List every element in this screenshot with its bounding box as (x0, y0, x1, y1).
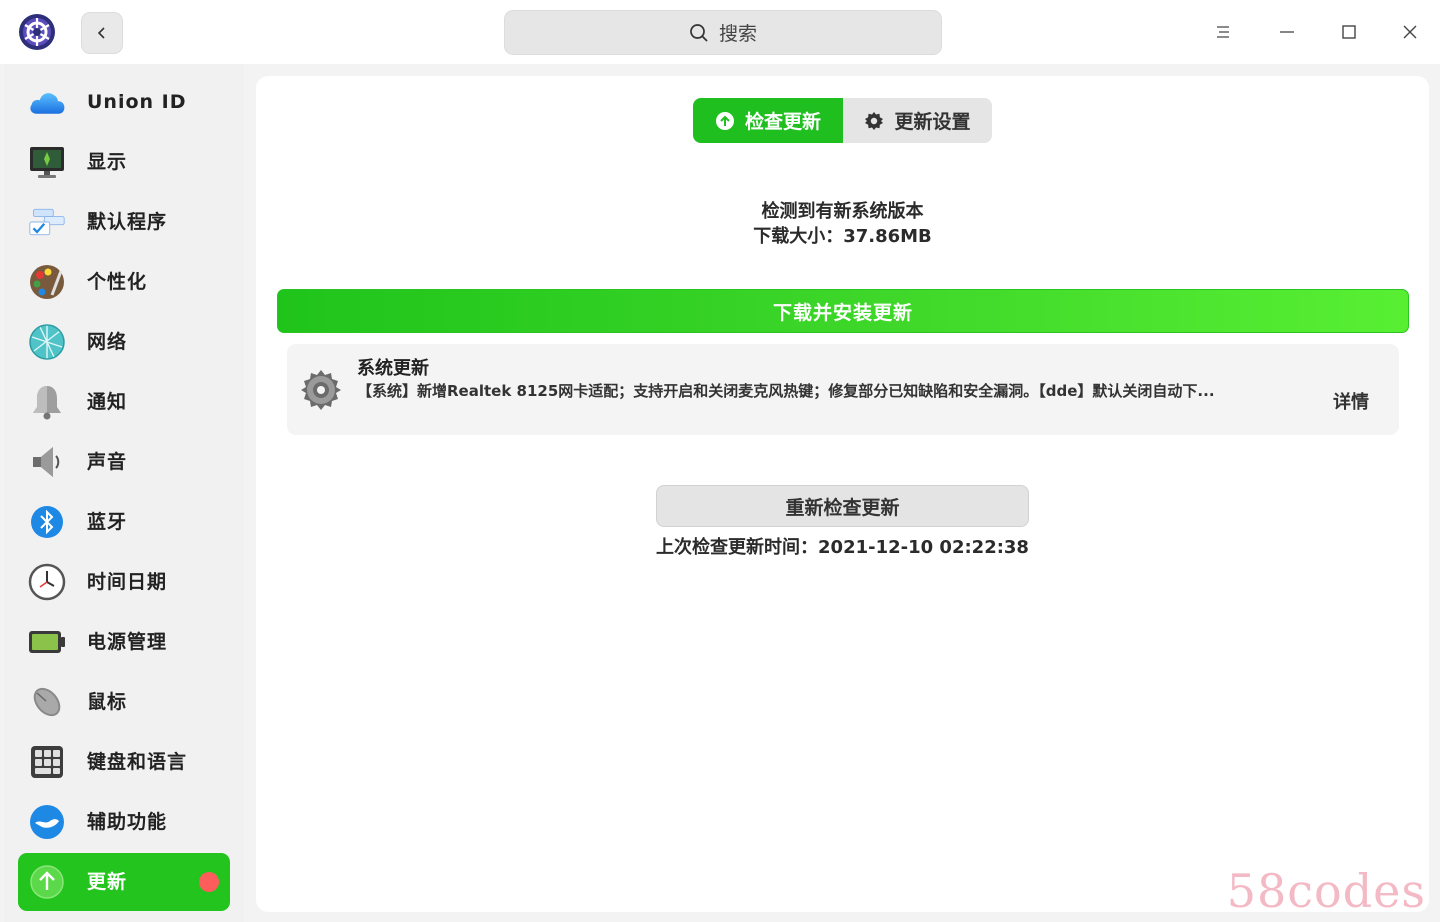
sidebar-item-power[interactable]: 电源管理 (18, 613, 230, 671)
sidebar-item-sound[interactable]: 声音 (18, 433, 230, 491)
sidebar-item-label: Union ID (87, 91, 187, 113)
status-new-version: 检测到有新系统版本 (761, 201, 924, 222)
accessibility-icon (28, 803, 66, 841)
watermark: 58codes (1226, 864, 1426, 918)
menu-button[interactable] (1207, 16, 1239, 48)
mouse-icon (28, 683, 66, 721)
sidebar-item-personalization[interactable]: 个性化 (18, 253, 230, 311)
sidebar-item-bluetooth[interactable]: 蓝牙 (18, 493, 230, 551)
clock-icon (28, 563, 66, 601)
sidebar-item-notifications[interactable]: 通知 (18, 373, 230, 431)
battery-icon (28, 623, 66, 661)
monitor-icon (28, 143, 66, 181)
sidebar-item-accessibility[interactable]: 辅助功能 (18, 793, 230, 851)
minimize-icon (1280, 31, 1294, 33)
sidebar-item-label: 鼠标 (87, 691, 128, 713)
default-apps-icon (28, 203, 66, 241)
tab-check-update[interactable]: 检查更新 (693, 98, 843, 143)
back-button[interactable] (81, 12, 123, 54)
update-item-card: 系统更新 【系统】新增Realtek 8125网卡适配；支持开启和关闭麦克风热键… (287, 344, 1399, 435)
sidebar-item-label: 蓝牙 (87, 511, 128, 533)
update-tabs: 检查更新 更新设置 (693, 98, 992, 143)
gear-icon (865, 111, 884, 130)
system-settings-icon (301, 370, 341, 410)
sidebar-item-label: 默认程序 (87, 211, 168, 233)
download-install-button[interactable]: 下载并安装更新 (277, 289, 1409, 333)
update-arrow-icon (28, 863, 66, 901)
sidebar-item-label: 键盘和语言 (87, 751, 188, 773)
maximize-icon (1342, 25, 1356, 39)
back-arrow-icon (97, 27, 105, 39)
sidebar-item-label: 网络 (87, 331, 128, 353)
recheck-update-button[interactable]: 重新检查更新 (656, 485, 1029, 527)
last-check-time: 上次检查更新时间：2021-12-10 02:22:38 (656, 537, 1029, 558)
sidebar-item-label: 声音 (87, 451, 128, 473)
status-download-size: 下载大小：37.86MB (753, 226, 932, 247)
sidebar-item-label: 个性化 (87, 271, 148, 293)
search-input[interactable]: 搜索 (504, 10, 942, 55)
sidebar-item-display[interactable]: 显示 (18, 133, 230, 191)
sidebar-item-label: 更新 (87, 871, 128, 893)
network-globe-icon (28, 323, 66, 361)
sidebar-item-keyboard-language[interactable]: 键盘和语言 (18, 733, 230, 791)
main-panel: 检查更新 更新设置 检测到有新系统版本 下载大小：37.86MB 下载并安装更新… (256, 76, 1429, 912)
minimize-button[interactable] (1271, 16, 1303, 48)
title-bar: 搜索 (0, 0, 1440, 64)
sidebar-item-label: 显示 (87, 151, 128, 173)
close-icon (1403, 25, 1417, 39)
sidebar-item-update[interactable]: 更新 (18, 853, 230, 911)
keyboard-icon (28, 743, 66, 781)
search-icon (690, 23, 708, 42)
sidebar-item-network[interactable]: 网络 (18, 313, 230, 371)
sidebar-item-mouse[interactable]: 鼠标 (18, 673, 230, 731)
sidebar-item-date-time[interactable]: 时间日期 (18, 553, 230, 611)
tab-settings-label: 更新设置 (894, 111, 971, 133)
bell-icon (28, 383, 66, 421)
notification-badge (199, 872, 219, 892)
sidebar-item-label: 通知 (87, 391, 128, 413)
maximize-button[interactable] (1333, 16, 1365, 48)
sidebar-item-label: 时间日期 (87, 571, 168, 593)
sidebar-item-label: 辅助功能 (87, 811, 168, 833)
sidebar-item-label: 电源管理 (87, 631, 168, 653)
speaker-icon (28, 443, 66, 481)
tab-update-settings[interactable]: 更新设置 (843, 98, 992, 143)
sidebar-item-union-id[interactable]: Union ID (18, 73, 230, 131)
close-button[interactable] (1394, 16, 1426, 48)
palette-icon (28, 263, 66, 301)
update-detail-link[interactable]: 详情 (1333, 388, 1369, 414)
bluetooth-icon (28, 503, 66, 541)
sidebar: Union ID 显示 默认程序 个性化 网络 通知 声音 蓝牙 时间日期 电源… (4, 64, 244, 922)
upload-circle-icon (715, 111, 734, 130)
update-item-name: 系统更新 (357, 358, 429, 379)
sidebar-item-default-apps[interactable]: 默认程序 (18, 193, 230, 251)
search-placeholder: 搜索 (718, 23, 757, 45)
app-logo[interactable] (18, 13, 56, 51)
update-item-description: 【系统】新增Realtek 8125网卡适配；支持开启和关闭麦克风热键；修复部分… (357, 382, 1215, 400)
tab-check-label: 检查更新 (744, 111, 821, 133)
cloud-icon (28, 83, 66, 121)
menu-icon (1217, 26, 1229, 38)
